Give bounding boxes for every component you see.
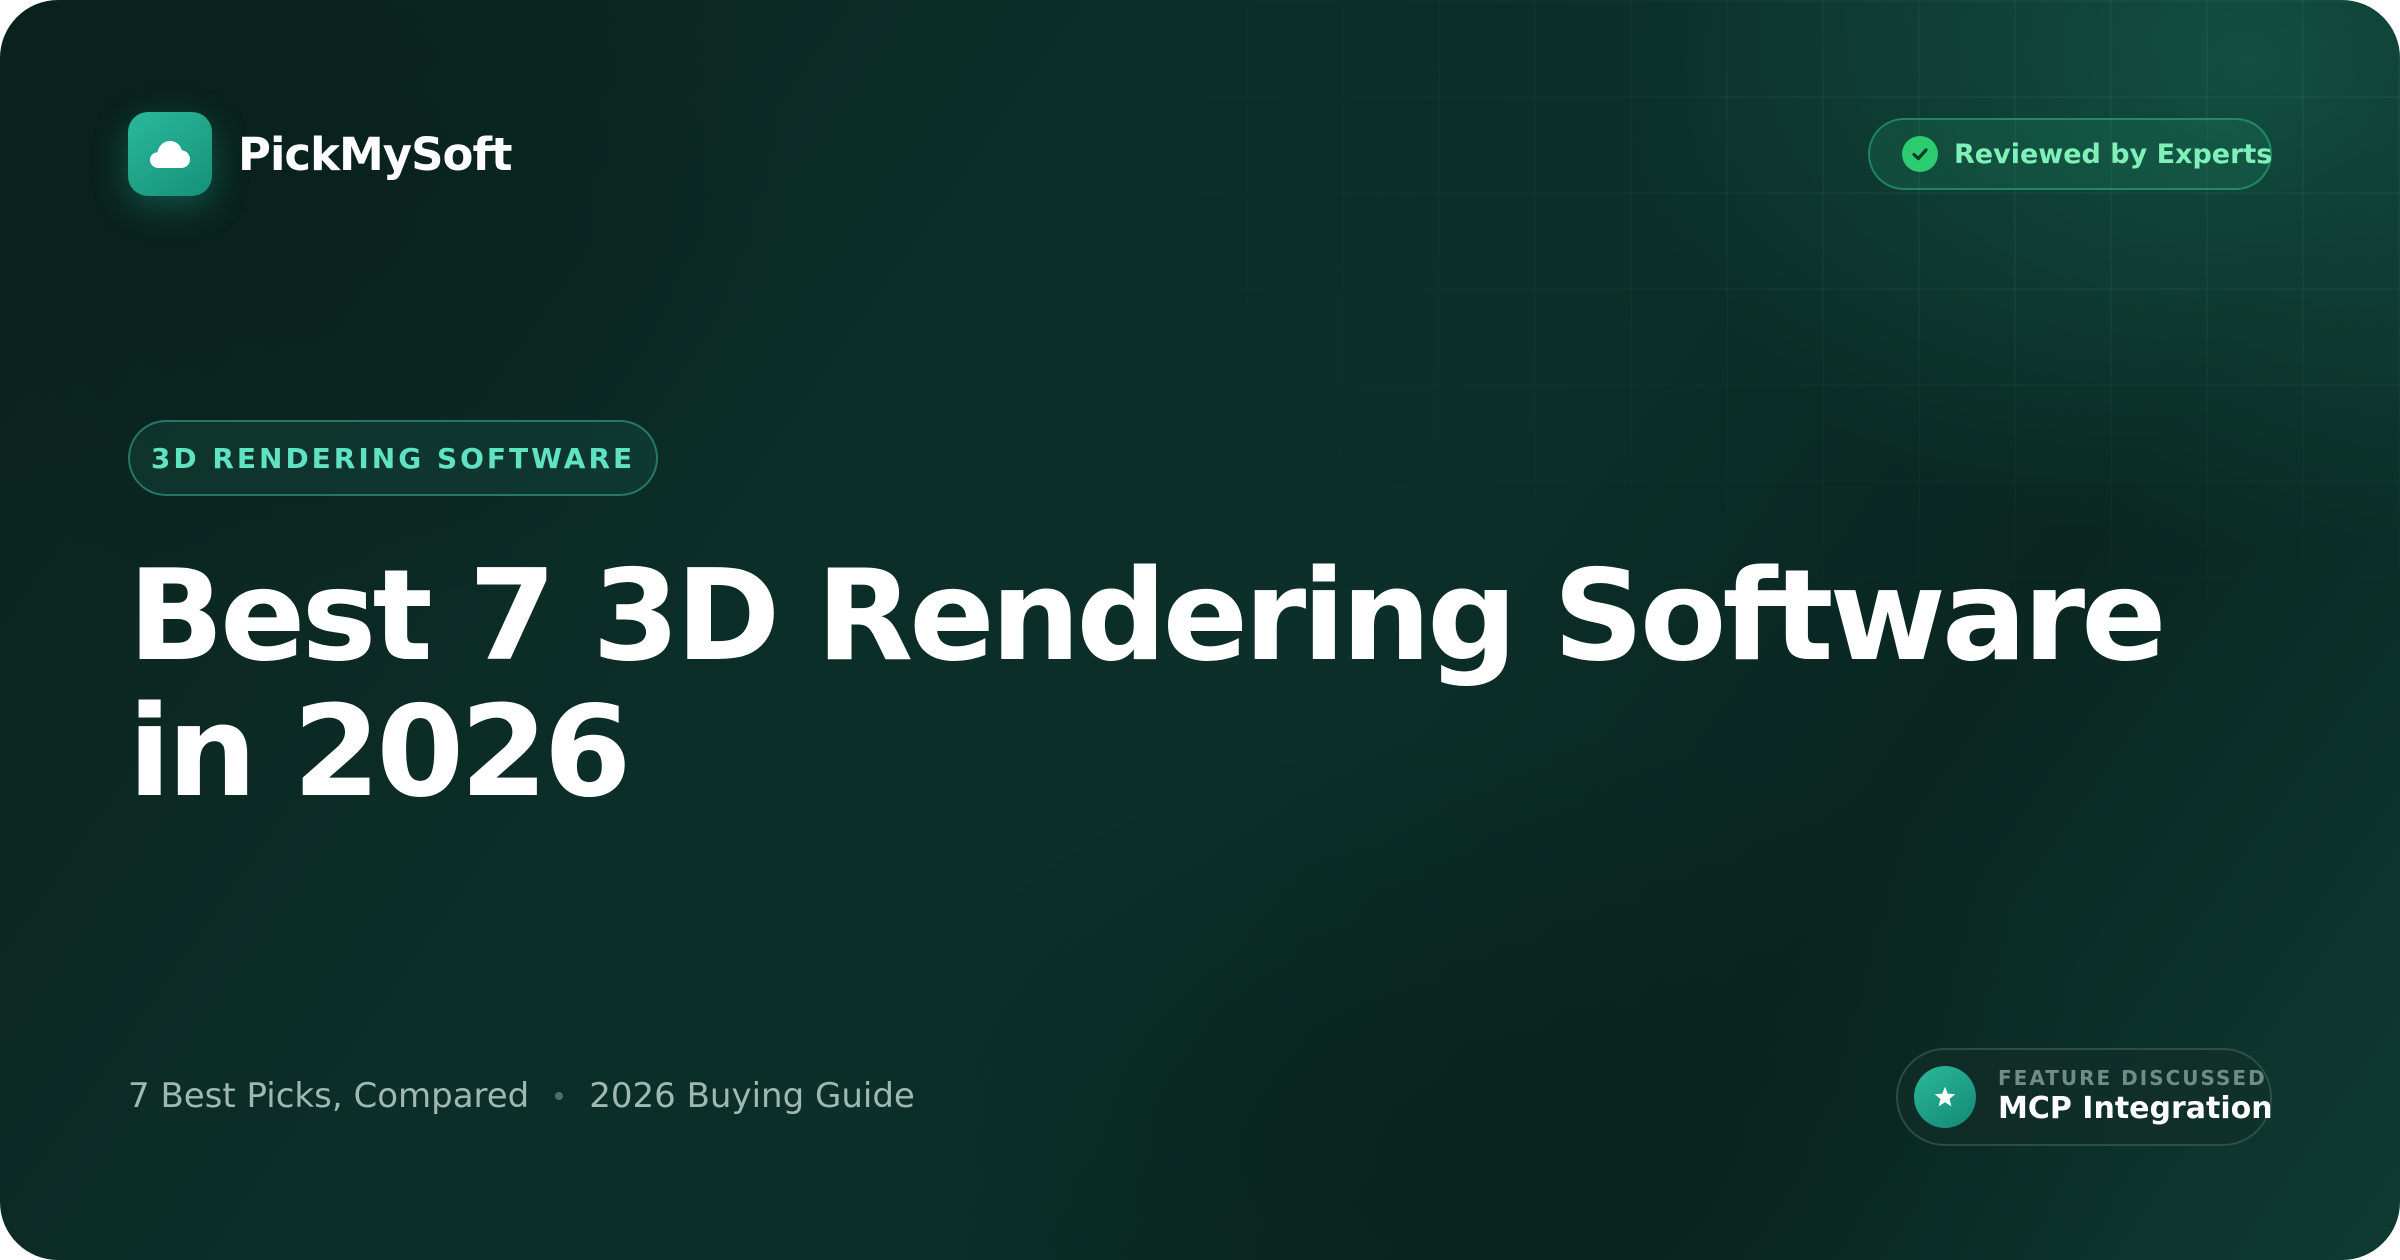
feature-pill: FEATURE DISCUSSED MCP Integration xyxy=(1896,1048,2273,1146)
reviewed-badge: Reviewed by Experts xyxy=(1868,118,2272,190)
brand[interactable]: PickMySoft xyxy=(128,112,513,196)
brand-name: PickMySoft xyxy=(238,127,513,181)
category-label: 3D RENDERING SOFTWARE xyxy=(150,441,636,475)
page-title: Best 7 3D Rendering Software in 2026 xyxy=(128,548,2228,820)
meta-separator xyxy=(555,1092,564,1100)
brand-logo xyxy=(128,112,212,196)
hero-card: PickMySoft Reviewed by Experts 3D RENDER… xyxy=(0,0,2400,1260)
star-icon xyxy=(1914,1066,1976,1128)
background-grid xyxy=(1150,0,2400,620)
reviewed-label: Reviewed by Experts xyxy=(1954,138,2273,170)
title-line-1: Best 7 3D Rendering Software xyxy=(128,542,2167,689)
meta-guide: 2026 Buying Guide xyxy=(589,1076,915,1116)
cloud-icon xyxy=(150,141,190,168)
category-pill: 3D RENDERING SOFTWARE xyxy=(128,420,658,496)
meta-picks: 7 Best Picks, Compared xyxy=(128,1076,530,1116)
check-circle-icon xyxy=(1902,136,1938,172)
title-line-2: in 2026 xyxy=(128,678,631,825)
feature-value: MCP Integration xyxy=(1998,1091,2273,1126)
feature-text: FEATURE DISCUSSED MCP Integration xyxy=(1998,1066,2273,1128)
feature-label: FEATURE DISCUSSED xyxy=(1998,1066,2267,1090)
meta-info: 7 Best Picks, Compared 2026 Buying Guide xyxy=(128,1076,915,1116)
